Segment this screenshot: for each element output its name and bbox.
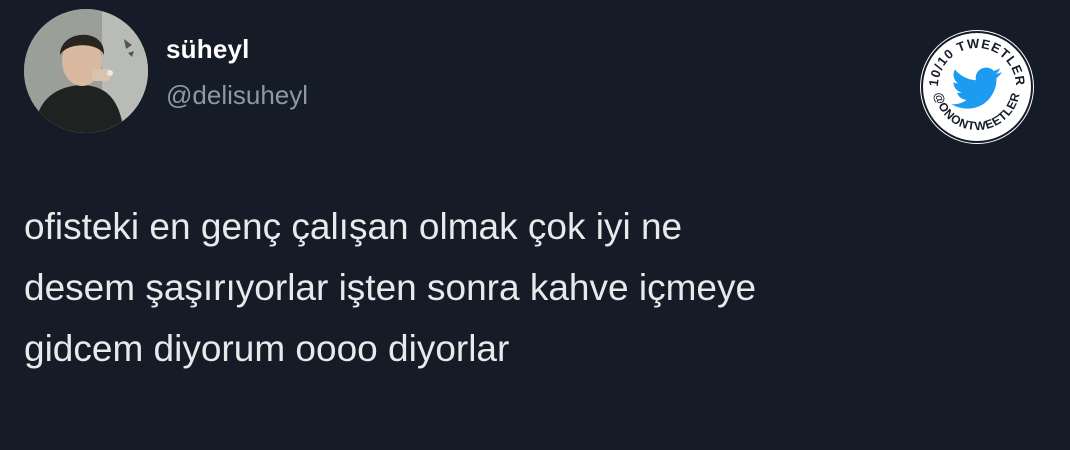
tweet-badge-logo: 10/10 TWEETLER @ONONTWEETLER (918, 28, 1036, 146)
avatar-photo (24, 9, 148, 133)
tweet-text: ofisteki en genç çalışan olmak çok iyi n… (24, 206, 757, 369)
username-handle[interactable]: @delisuheyl (166, 80, 308, 111)
tweet-card: süheyl @delisuheyl 10/10 TWEETLER @ONONT… (0, 0, 1070, 450)
display-name[interactable]: süheyl (166, 34, 250, 65)
avatar[interactable] (24, 9, 148, 133)
